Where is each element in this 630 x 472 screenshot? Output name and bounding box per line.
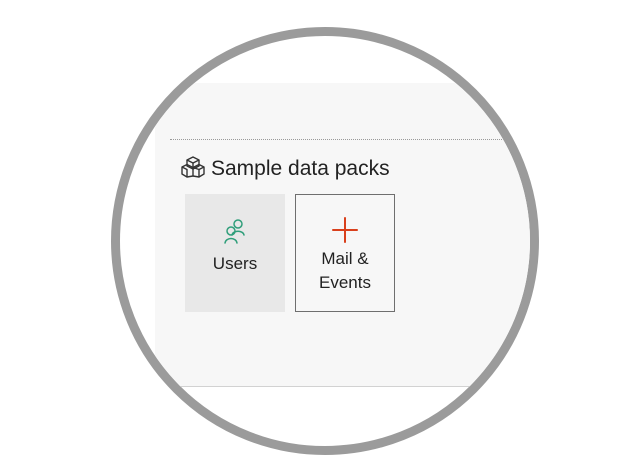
section-divider	[170, 139, 530, 140]
package-icon	[181, 155, 205, 183]
mail-events-pack-button[interactable]: Mail & Events	[295, 194, 395, 312]
magnifier-frame: Sample data packs Users Mail & Events	[111, 27, 539, 455]
section-title: Sample data packs	[211, 157, 390, 180]
users-pack-label: Users	[212, 254, 258, 273]
panel-bottom-border	[155, 386, 530, 387]
mail-events-pack-label: Mail & Events	[319, 249, 371, 292]
users-icon	[223, 218, 247, 244]
plus-icon	[332, 217, 358, 243]
users-pack-button[interactable]: Users	[185, 194, 285, 312]
section-header: Sample data packs	[181, 155, 390, 183]
